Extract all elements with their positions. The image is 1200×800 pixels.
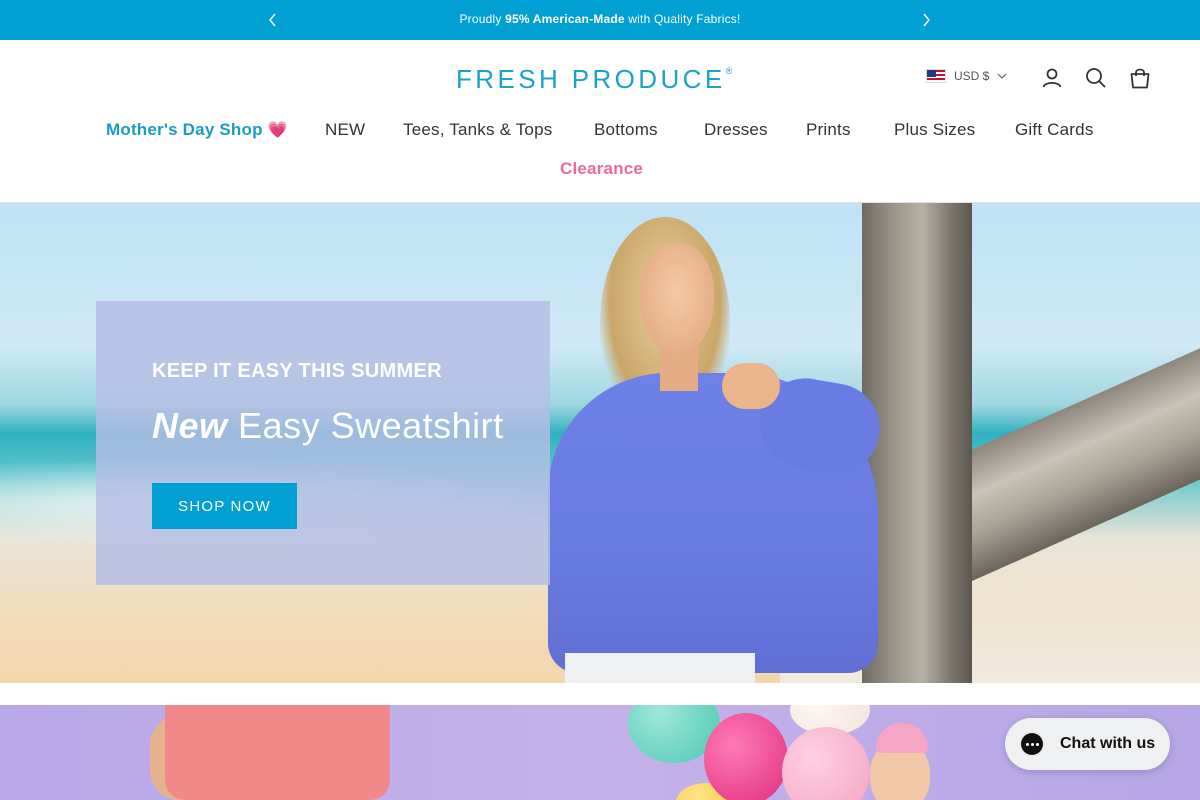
nav-item-mothers-day-shop[interactable]: Mother's Day Shop 💗 bbox=[106, 120, 288, 140]
account-button[interactable] bbox=[1040, 66, 1064, 90]
banner-model-shirt bbox=[165, 705, 390, 800]
search-button[interactable] bbox=[1084, 66, 1108, 90]
nav-item-clearance[interactable]: Clearance bbox=[560, 159, 643, 179]
currency-label: USD $ bbox=[954, 69, 990, 83]
chevron-down-icon bbox=[997, 73, 1007, 79]
logo-text: FRESH PRODUCE bbox=[456, 64, 726, 94]
nav-item-prints[interactable]: Prints bbox=[806, 120, 851, 140]
currency-selector[interactable]: USD $ bbox=[926, 69, 1007, 83]
hero-headline: New Easy Sweatshirt bbox=[152, 405, 504, 447]
shop-now-button[interactable]: SHOP NOW bbox=[152, 483, 297, 529]
logo-registered-mark: ® bbox=[725, 66, 733, 77]
banner-model-cap bbox=[876, 723, 928, 753]
main-navigation: Mother's Day Shop 💗 NEW Tees, Tanks & To… bbox=[0, 120, 1200, 178]
chat-widget-button[interactable]: Chat with us bbox=[1005, 718, 1170, 770]
nav-item-tees-tanks-tops[interactable]: Tees, Tanks & Tops bbox=[403, 120, 552, 140]
announcement-prefix: Proudly bbox=[459, 12, 506, 26]
site-logo[interactable]: FRESH PRODUCE® bbox=[456, 64, 732, 95]
announcement-suffix: with Quality Fabrics! bbox=[624, 12, 741, 26]
balloon-light-pink bbox=[782, 727, 870, 800]
cart-button[interactable] bbox=[1128, 66, 1152, 90]
chat-label: Chat with us bbox=[1060, 735, 1156, 752]
account-icon bbox=[1042, 68, 1062, 88]
nav-label: Mother's Day Shop bbox=[106, 120, 263, 139]
site-header: FRESH PRODUCE® USD $ Mother's Day Shop 💗… bbox=[0, 40, 1200, 203]
us-flag-icon bbox=[926, 69, 946, 83]
hero-eyebrow: KEEP IT EASY THIS SUMMER bbox=[152, 360, 442, 382]
nav-item-plus-sizes[interactable]: Plus Sizes bbox=[894, 120, 975, 140]
heart-icon: 💗 bbox=[267, 122, 288, 139]
nav-item-gift-cards[interactable]: Gift Cards bbox=[1015, 120, 1094, 140]
hero-wooden-post bbox=[862, 203, 972, 683]
search-icon bbox=[1086, 68, 1106, 88]
hero-model-hand bbox=[722, 363, 780, 409]
hero-promo-box: KEEP IT EASY THIS SUMMER New Easy Sweats… bbox=[96, 301, 550, 585]
balloon-pink bbox=[704, 713, 788, 800]
hero-model-face bbox=[640, 243, 714, 353]
chevron-right-icon bbox=[923, 13, 930, 27]
nav-item-dresses[interactable]: Dresses bbox=[704, 120, 768, 140]
announcement-bar: Proudly 95% American-Made with Quality F… bbox=[0, 0, 1200, 40]
shopping-bag-icon bbox=[1130, 68, 1150, 89]
nav-item-new[interactable]: NEW bbox=[325, 120, 365, 140]
hero-banner[interactable]: KEEP IT EASY THIS SUMMER New Easy Sweats… bbox=[0, 203, 1200, 683]
chat-bubble-icon bbox=[1021, 733, 1043, 755]
hero-model-jeans bbox=[565, 653, 755, 683]
announcement-next-button[interactable] bbox=[916, 10, 936, 30]
announcement-bold: 95% American-Made bbox=[505, 12, 625, 26]
hero-headline-emphasis: New bbox=[152, 405, 228, 446]
nav-item-bottoms[interactable]: Bottoms bbox=[594, 120, 658, 140]
hero-headline-rest: Easy Sweatshirt bbox=[227, 405, 504, 446]
announcement-text: Proudly 95% American-Made with Quality F… bbox=[0, 12, 1200, 26]
